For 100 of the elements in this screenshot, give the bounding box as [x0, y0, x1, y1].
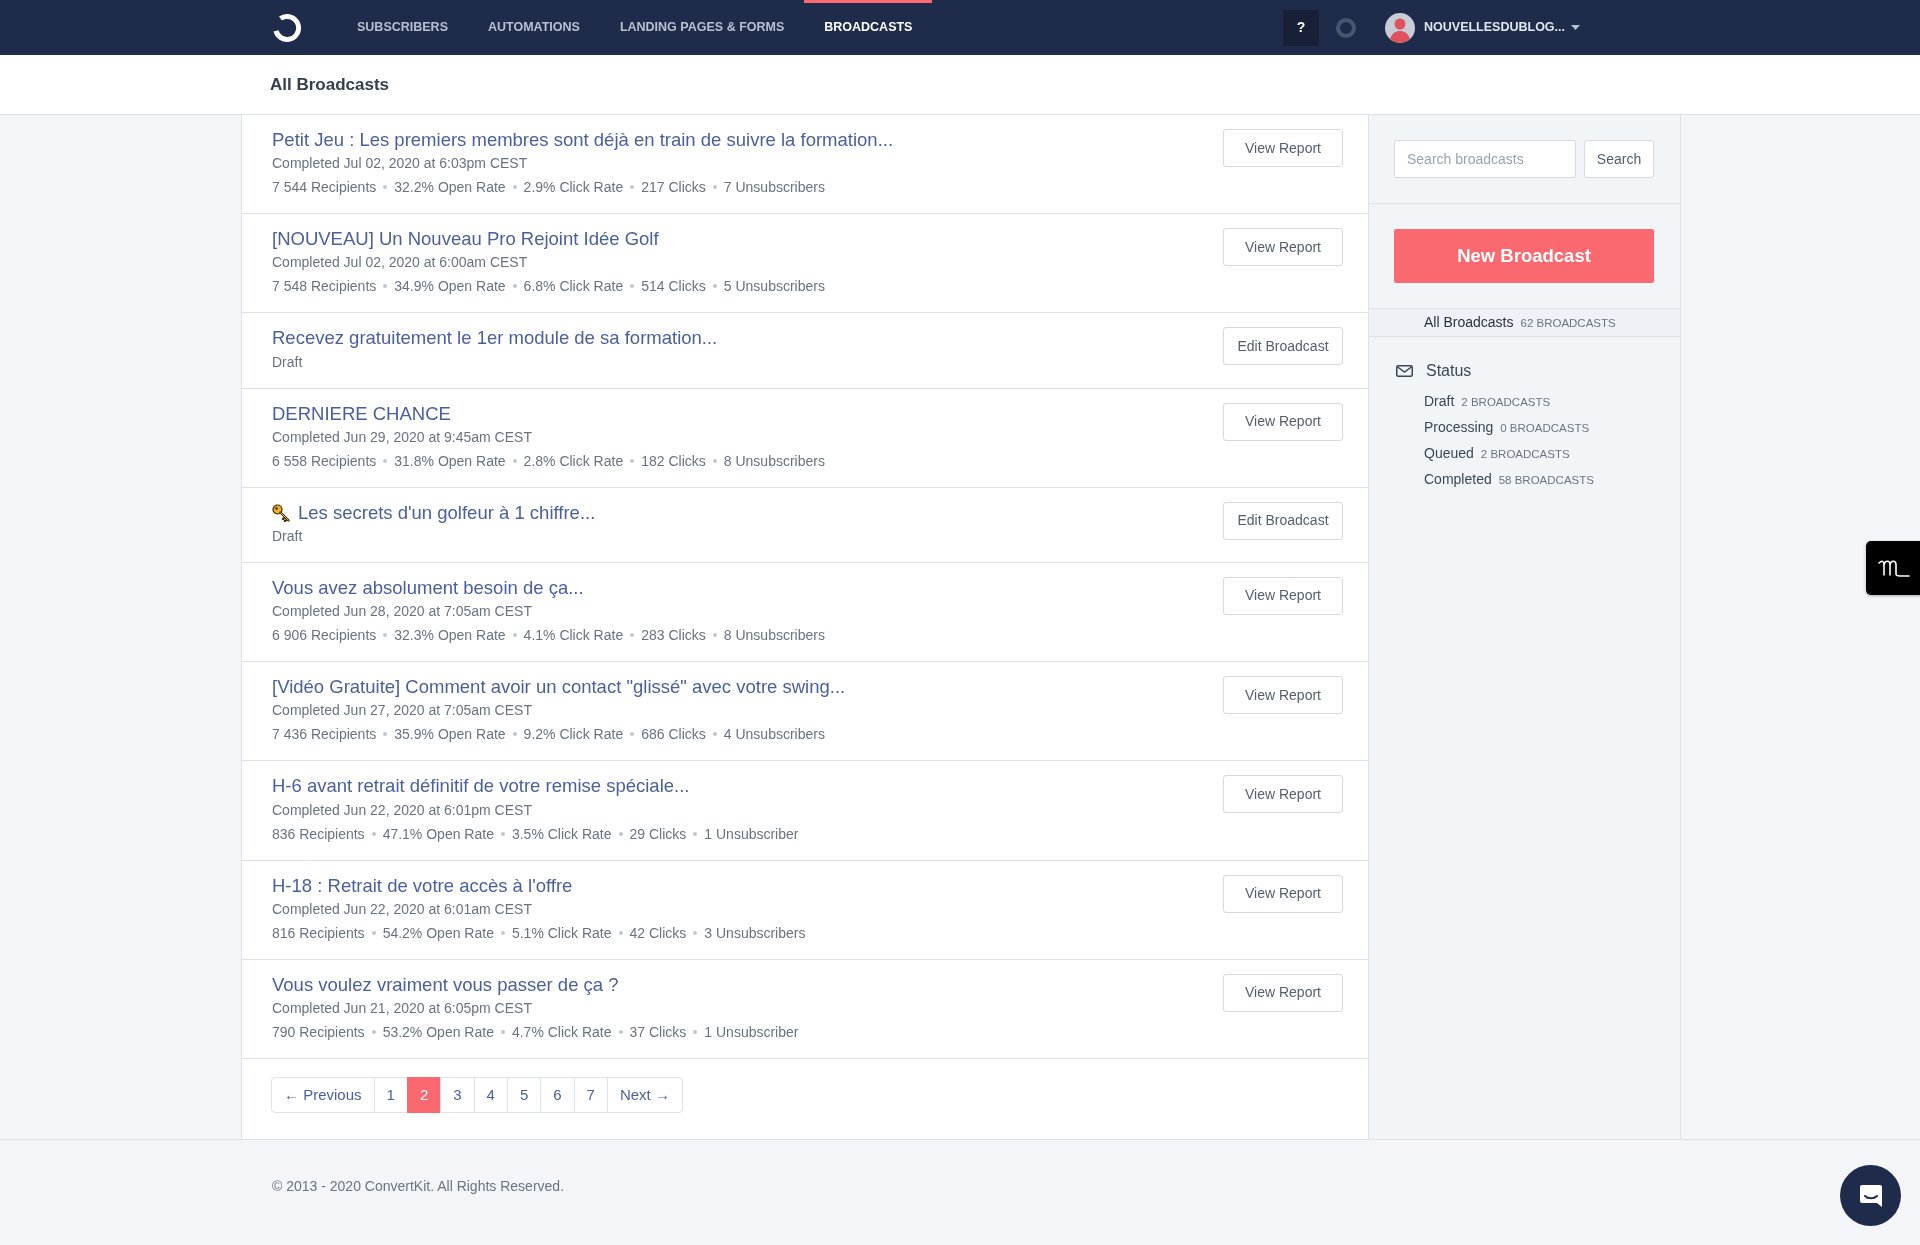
stat-text: 53.2% Open Rate — [382, 1022, 494, 1042]
script-logo-icon — [1878, 558, 1910, 578]
stat-text: 2.9% Click Rate — [523, 178, 624, 198]
broadcast-status: Completed Jun 22, 2020 at 6:01am CEST — [272, 899, 533, 919]
stat-text: 37 Clicks — [629, 1022, 687, 1042]
report-button[interactable]: View Report — [1223, 402, 1343, 441]
report-button[interactable]: View Report — [1223, 973, 1343, 1012]
bullet-dot — [630, 284, 635, 289]
stat-text: 182 Clicks — [641, 451, 706, 471]
stat-text: 7 436 Recipients — [272, 725, 377, 745]
stat-text: 6.8% Click Rate — [523, 277, 624, 297]
chat-button[interactable] — [1840, 1165, 1901, 1226]
broadcast-count: 58 BROADCASTS — [1498, 474, 1594, 486]
next-page-link[interactable]: Next → — [606, 1076, 683, 1113]
stat-text: 790 Recipients — [272, 1022, 365, 1042]
search-field[interactable]: Search broadcasts — [1394, 140, 1576, 178]
bullet-dot — [693, 930, 698, 935]
report-button[interactable]: Edit Broadcast — [1223, 327, 1343, 366]
stat-text: 54.2% Open Rate — [382, 923, 494, 943]
report-button[interactable]: View Report — [1223, 228, 1343, 267]
previous-page-link[interactable]: ← Previous — [271, 1076, 375, 1113]
broadcast-title-link[interactable]: Petit Jeu : Les premiers membres sont déjà en train de suivre la formation... — [272, 129, 894, 152]
filter-link[interactable]: All Broadcasts — [1424, 314, 1514, 330]
broadcast-title-link[interactable]: [NOUVEAU] Un Nouveau Pro Rejoint Idée Golf — [272, 228, 659, 251]
bullet-dot — [693, 831, 698, 836]
bullet-dot — [512, 185, 517, 190]
bullet-dot — [630, 633, 635, 638]
stat-text: 42 Clicks — [629, 923, 687, 943]
stat-text: 32.2% Open Rate — [394, 178, 506, 198]
search-button[interactable]: Search — [1584, 140, 1654, 178]
bullet-dot — [630, 732, 635, 737]
page-link[interactable]: 6 — [540, 1076, 575, 1113]
bullet-dot — [371, 1029, 376, 1034]
avatar-icon[interactable] — [1385, 12, 1415, 43]
page-title: All Broadcasts — [270, 73, 390, 96]
stat-text: 32.3% Open Rate — [394, 626, 506, 646]
filter-link[interactable]: Queued — [1424, 445, 1474, 461]
bullet-dot — [500, 1029, 505, 1034]
page-link[interactable]: 3 — [440, 1076, 475, 1113]
filter-link[interactable]: Completed — [1424, 471, 1492, 487]
side-widget-tab[interactable] — [1866, 541, 1920, 595]
stat-text: 47.1% Open Rate — [382, 824, 494, 844]
stat-text: 8 Unsubscribers — [723, 626, 825, 646]
bullet-dot — [712, 284, 717, 289]
bullet-dot — [630, 185, 635, 190]
broadcast-status: Completed Jun 21, 2020 at 6:05pm CEST — [272, 998, 533, 1018]
broadcast-status: Completed Jul 02, 2020 at 6:03pm CEST — [272, 154, 529, 174]
filter-link[interactable]: Processing — [1424, 419, 1494, 435]
broadcast-count: 2 BROADCASTS — [1480, 448, 1570, 460]
filter-link[interactable]: Draft — [1424, 393, 1455, 409]
stat-text: 2.8% Click Rate — [523, 451, 624, 471]
bullet-dot — [618, 930, 623, 935]
report-button[interactable]: Edit Broadcast — [1223, 501, 1343, 540]
stat-text: 4.1% Click Rate — [523, 626, 624, 646]
bullet-dot — [500, 930, 505, 935]
stat-text: 35.9% Open Rate — [394, 725, 506, 745]
stat-text: 7 Unsubscribers — [723, 178, 825, 198]
broadcast-title-link[interactable]: DERNIERE CHANCE — [272, 402, 451, 425]
broadcast-title-link[interactable]: Vous voulez vraiment vous passer de ça ? — [272, 973, 619, 996]
page-link[interactable]: 7 — [573, 1076, 608, 1113]
stat-text: 7 544 Recipients — [272, 178, 377, 198]
broadcast-count: 62 BROADCASTS — [1520, 317, 1616, 329]
stat-text: 1 Unsubscriber — [704, 824, 799, 844]
bullet-dot — [512, 458, 517, 463]
stat-text: 8 Unsubscribers — [723, 451, 825, 471]
nav-link[interactable]: SUBSCRIBERS — [337, 0, 468, 55]
bullet-dot — [383, 732, 388, 737]
page-link[interactable]: 1 — [373, 1076, 408, 1113]
broadcast-status: Completed Jun 28, 2020 at 7:05am CEST — [272, 602, 533, 622]
report-button[interactable]: View Report — [1223, 576, 1343, 615]
bullet-dot — [371, 831, 376, 836]
caret-icon[interactable] — [1571, 25, 1580, 30]
filter-row[interactable]: All Broadcasts 62 BROADCASTS — [1369, 308, 1680, 337]
broadcast-title-link[interactable]: [Vidéo Gratuite] Comment avoir un contact "glissé" avec votre swing... — [272, 676, 846, 699]
report-button[interactable]: View Report — [1223, 129, 1343, 167]
bullet-dot — [712, 633, 717, 638]
bullet-dot — [618, 831, 623, 836]
broadcast-count: 2 BROADCASTS — [1461, 396, 1551, 408]
envelope-icon — [1396, 365, 1413, 377]
bullet-dot — [383, 633, 388, 638]
broadcast-title-link[interactable]: Vous avez absolument besoin de ça... — [272, 576, 584, 600]
user-menu[interactable]: NOUVELLESDUBLOG... — [1424, 18, 1565, 37]
broadcast-title-link[interactable]: H-6 avant retrait définitif de votre remise spéciale... — [272, 775, 690, 798]
stat-text: 5.1% Click Rate — [511, 923, 612, 943]
broadcast-title-link[interactable]: H-18 : Retrait de votre accès à l'offre — [272, 874, 573, 897]
nav-link[interactable]: LANDING PAGES & FORMS — [599, 0, 805, 55]
stat-text: 217 Clicks — [641, 178, 706, 198]
broadcast-title-link[interactable]: Recevez gratuitement le 1er module de sa formation... — [272, 327, 718, 350]
stat-text: 3.5% Click Rate — [511, 824, 612, 844]
broadcast-title-link[interactable]: Les secrets d'un golfeur à 1 chiffre... — [298, 501, 596, 524]
help-button[interactable]: ? — [1283, 9, 1319, 46]
report-button[interactable]: View Report — [1223, 775, 1343, 814]
report-button[interactable]: View Report — [1223, 874, 1343, 913]
nav-link[interactable]: AUTOMATIONS — [468, 0, 600, 55]
report-button[interactable]: View Report — [1223, 676, 1343, 715]
bullet-dot — [383, 284, 388, 289]
bullet-dot — [512, 284, 517, 289]
stat-text: 9.2% Click Rate — [523, 725, 624, 745]
page-link[interactable]: 4 — [473, 1076, 508, 1113]
stat-text: 4 Unsubscribers — [723, 725, 825, 745]
